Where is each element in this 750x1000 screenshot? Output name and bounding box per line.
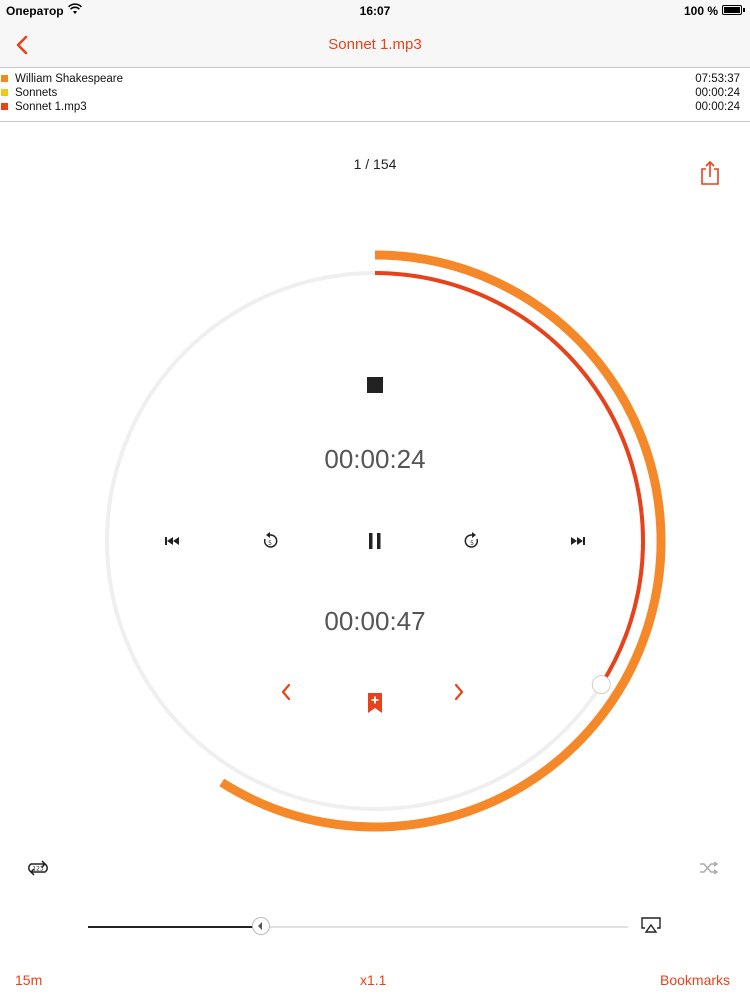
svg-text:5: 5 (470, 540, 474, 547)
repeat-icon: 123 (28, 860, 48, 876)
previous-bookmark-button[interactable] (278, 682, 294, 702)
shuffle-icon (700, 861, 719, 875)
add-bookmark-button[interactable] (366, 692, 384, 714)
skip-previous-icon (165, 537, 179, 545)
stop-icon (367, 377, 383, 393)
svg-text:123: 123 (32, 866, 44, 873)
shuffle-button[interactable] (699, 860, 719, 876)
volume-knob[interactable] (251, 917, 270, 935)
volume-slider[interactable] (88, 917, 628, 935)
pause-button[interactable] (366, 531, 384, 551)
forward-button[interactable]: 5 (462, 531, 482, 551)
rewind-button[interactable]: 5 (260, 531, 280, 551)
remaining-time: 00:00:47 (324, 606, 426, 636)
playback-speed-button[interactable]: x1.1 (360, 972, 386, 988)
sleep-timer-button[interactable]: 15m (15, 972, 42, 988)
pause-icon (369, 533, 381, 549)
repeat-button[interactable]: 123 (26, 857, 50, 879)
speaker-icon (257, 922, 262, 930)
airplay-icon (641, 917, 661, 933)
chevron-left-icon (281, 683, 291, 701)
volume-fill (88, 926, 261, 928)
previous-track-button[interactable] (163, 534, 181, 548)
forward-icon: 5 (464, 532, 479, 548)
airplay-button[interactable] (640, 916, 662, 934)
skip-next-icon (571, 537, 585, 545)
elapsed-time: 00:00:24 (324, 444, 426, 474)
bookmark-add-icon (368, 693, 382, 713)
next-bookmark-button[interactable] (451, 682, 467, 702)
next-track-button[interactable] (569, 534, 587, 548)
stop-button[interactable] (366, 376, 384, 394)
file-progress-knob (591, 675, 611, 695)
progress-ring[interactable] (0, 0, 750, 1000)
svg-text:5: 5 (268, 540, 272, 547)
chevron-right-icon (454, 683, 464, 701)
total-progress-arc (219, 250, 666, 832)
replay-icon: 5 (263, 532, 278, 548)
bookmarks-button[interactable]: Bookmarks (660, 972, 730, 988)
